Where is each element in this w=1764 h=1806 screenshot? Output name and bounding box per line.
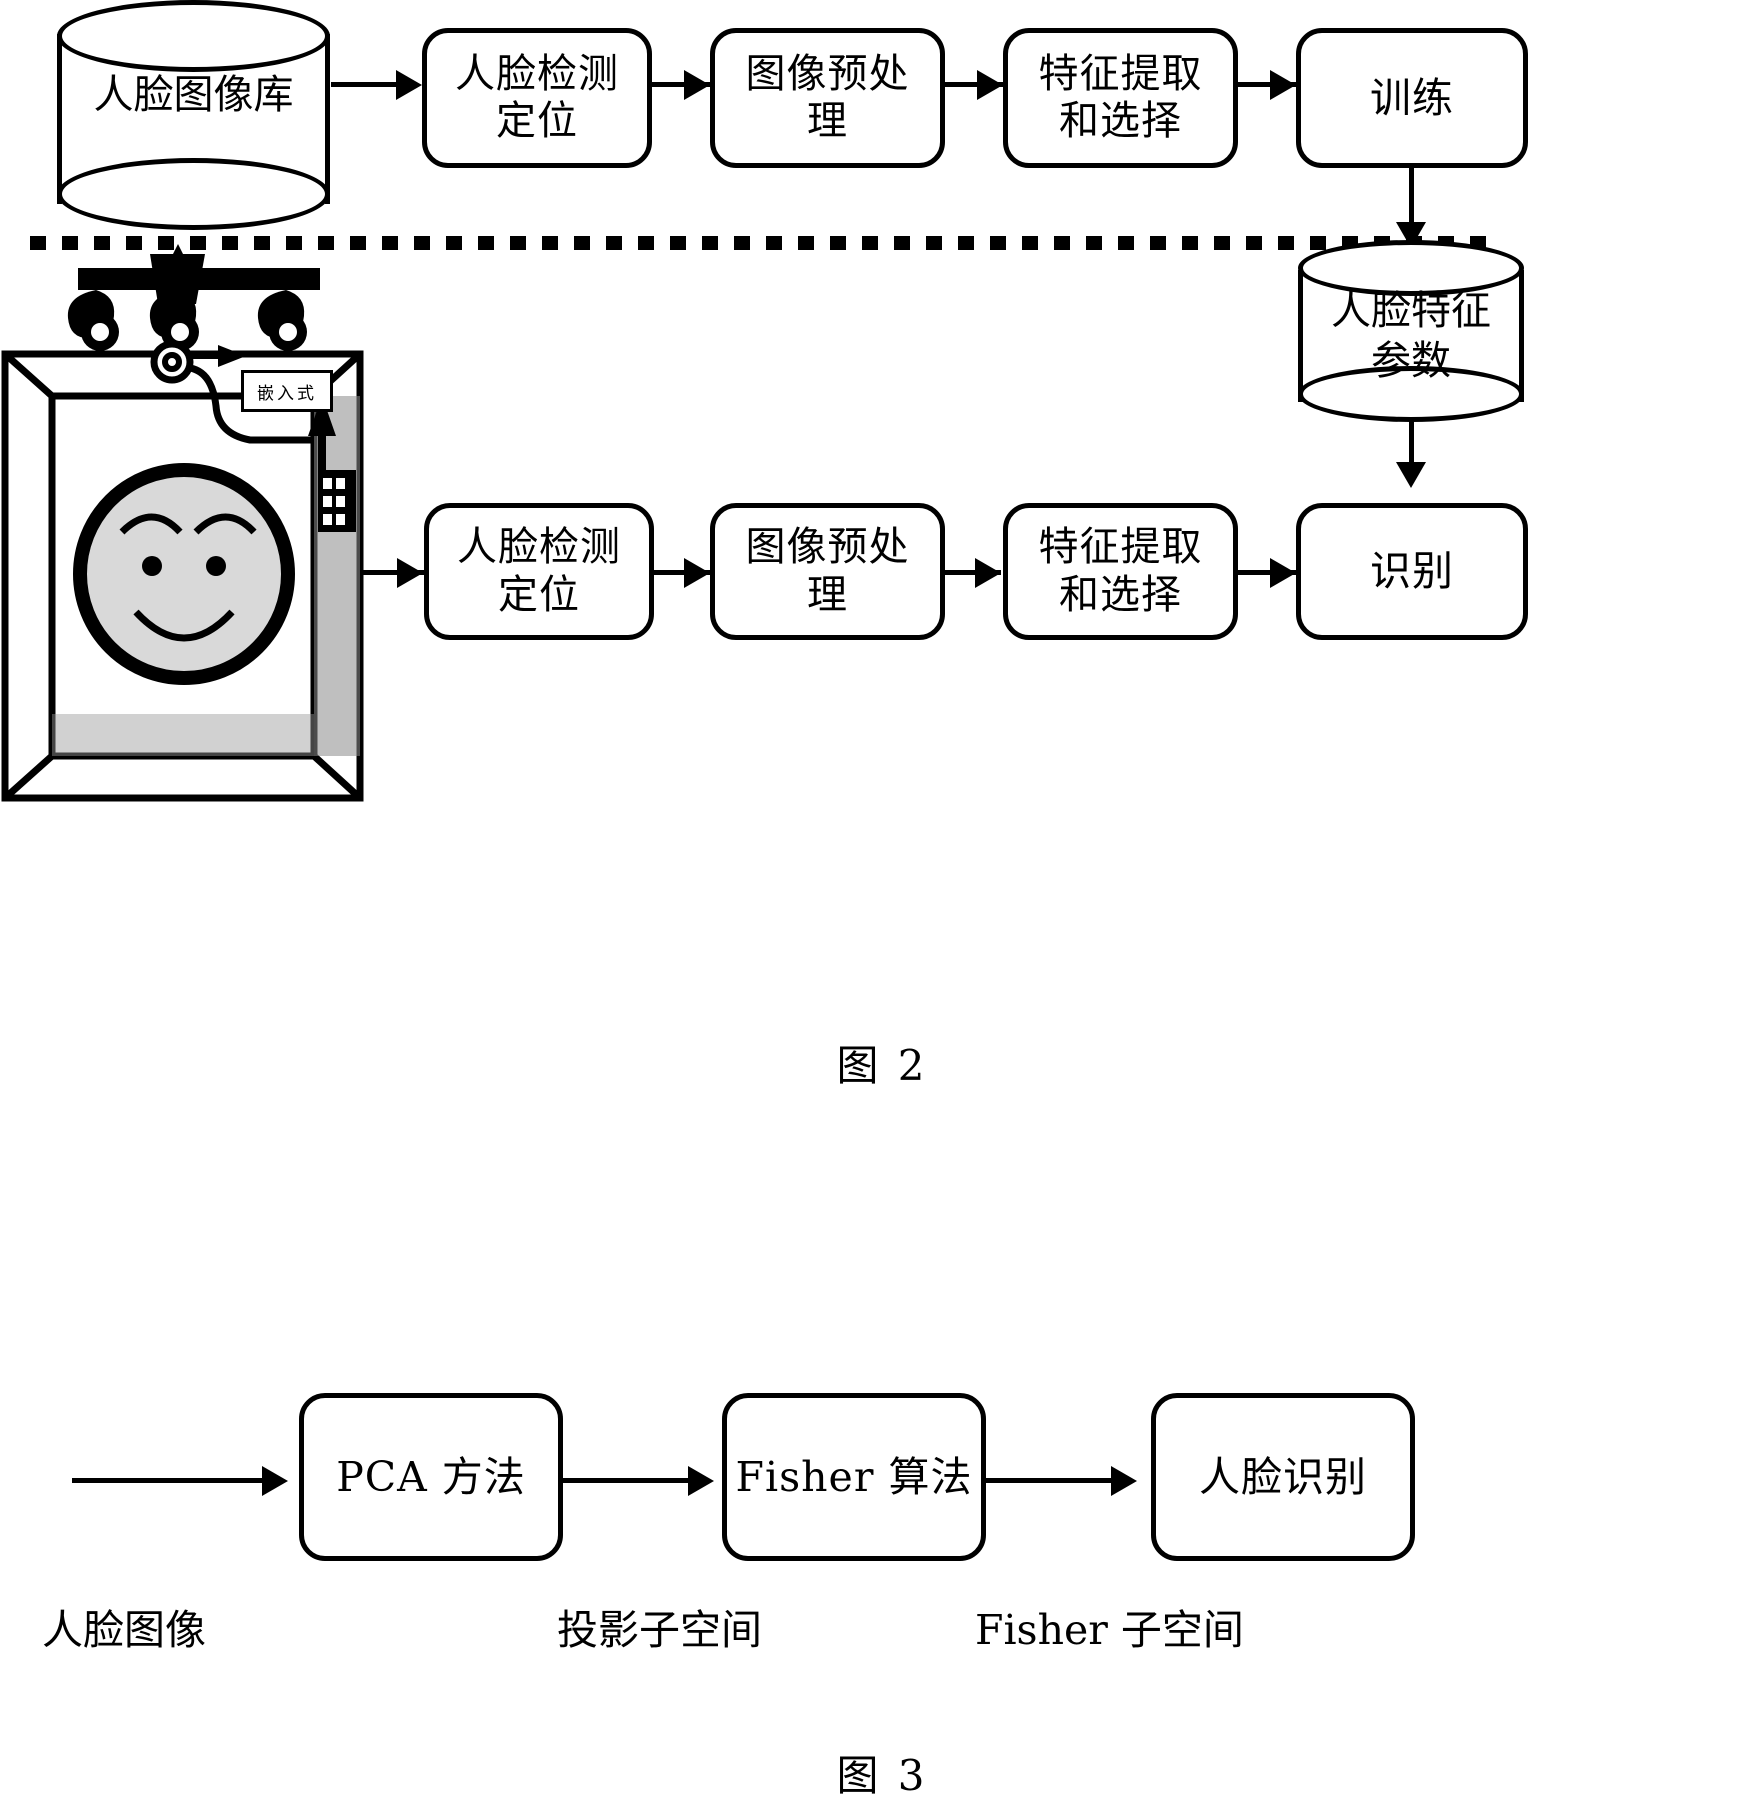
annotation-face-image: 人脸图像 [42, 1606, 206, 1654]
process-box-fisher-algorithm[interactable]: Fisher 算法 [722, 1393, 986, 1561]
arrow-featurestore-to-recognize [1396, 462, 1426, 488]
process-box-face-detection-train[interactable]: 人脸检测 定位 [422, 28, 652, 168]
process-box-feature-extraction-recognize[interactable]: 特征提取 和选择 [1003, 503, 1238, 640]
arrow-preprocess-to-feature [977, 70, 1003, 100]
figure2-caption: 图 2 [836, 1041, 928, 1090]
annotation-projection-subspace: 投影子空间 [557, 1606, 762, 1654]
embedded-system-label: 嵌入式 [241, 370, 333, 412]
arrow-device-to-detect2 [397, 558, 423, 588]
face-feature-parameters-cylinder: 人脸特征 参数 [1298, 240, 1524, 423]
arrow-feature-to-train [1270, 70, 1296, 100]
connector-db-to-detect [331, 82, 403, 87]
arrow-detect-to-preprocess [684, 70, 710, 100]
process-box-face-recognition[interactable]: 人脸识别 [1151, 1393, 1415, 1561]
connector-fisher-to-recognition [986, 1478, 1116, 1483]
process-box-image-preprocess-train[interactable]: 图像预处 理 [710, 28, 945, 168]
process-box-feature-extraction-train[interactable]: 特征提取 和选择 [1003, 28, 1238, 168]
arrow-db-to-detect [396, 70, 422, 100]
arrow-input-to-pca [262, 1466, 288, 1496]
annotation-fisher-subspace: Fisher 子空间 [975, 1606, 1244, 1654]
arrow-feature2-to-recognize [1270, 558, 1296, 588]
embedded-device-illustration [1, 244, 364, 802]
face-image-database-cylinder: 人脸图像库 [57, 0, 330, 230]
face-feature-parameters-label: 人脸特征 参数 [1331, 288, 1491, 384]
arrow-detect2-to-preprocess2 [684, 558, 710, 588]
process-box-pca-method[interactable]: PCA 方法 [299, 1393, 563, 1561]
cylinder-top-cap [57, 0, 330, 72]
face-image-database-label: 人脸图像库 [93, 72, 294, 118]
process-box-image-preprocess-recognize[interactable]: 图像预处 理 [710, 503, 945, 640]
connector-pca-to-fisher [563, 1478, 693, 1483]
arrow-preprocess2-to-feature2 [975, 558, 1001, 588]
process-box-recognition[interactable]: 识别 [1296, 503, 1528, 640]
cylinder-bottom-cap [57, 158, 330, 230]
figure3-caption: 图 3 [836, 1751, 928, 1800]
arrow-pca-to-fisher [688, 1466, 714, 1496]
process-box-training[interactable]: 训练 [1296, 28, 1528, 168]
figure-sheet: 人脸图像库 人脸检测 定位 图像预处 理 特征提取 和选择 训练 人脸特征 参数… [0, 0, 1764, 1806]
process-box-face-detection-recognize[interactable]: 人脸检测 定位 [424, 503, 654, 640]
arrow-fisher-to-recognition [1111, 1466, 1137, 1496]
connector-input-to-pca [72, 1478, 262, 1483]
